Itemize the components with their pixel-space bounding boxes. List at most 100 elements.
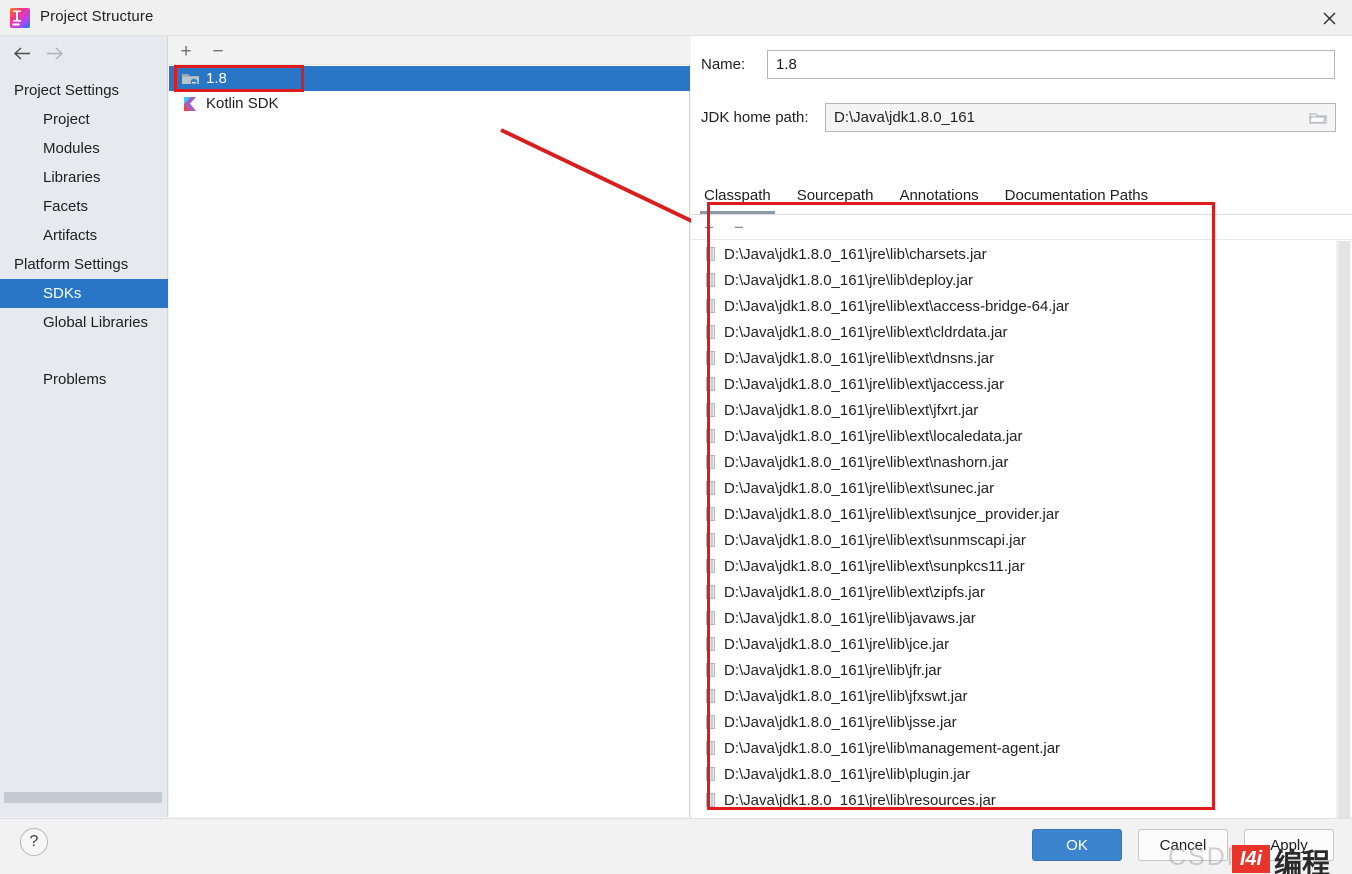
name-label: Name: (701, 56, 746, 73)
remove-sdk-button[interactable]: − (207, 40, 229, 62)
sdk-tree-toolbar: + − (169, 36, 690, 65)
jar-file-icon (706, 533, 715, 547)
classpath-list-item-label: D:\Java\jdk1.8.0_161\jre\lib\ext\sunpkcs… (724, 557, 1025, 575)
sidebar-group-label: Project Settings (14, 82, 120, 99)
classpath-vertical-scrollbar[interactable] (1336, 241, 1351, 847)
classpath-list-item[interactable]: D:\Java\jdk1.8.0_161\jre\lib\ext\access-… (691, 293, 1335, 319)
add-classpath-entry-button[interactable]: + (699, 217, 719, 237)
sidebar-item-label: Libraries (43, 169, 101, 186)
classpath-list-item[interactable]: D:\Java\jdk1.8.0_161\jre\lib\jfr.jar (691, 657, 1335, 683)
classpath-list-item-label: D:\Java\jdk1.8.0_161\jre\lib\jce.jar (724, 635, 950, 653)
classpath-list[interactable]: D:\Java\jdk1.8.0_161\jre\lib\charsets.ja… (691, 241, 1335, 847)
classpath-list-item-label: D:\Java\jdk1.8.0_161\jre\lib\ext\nashorn… (724, 453, 1009, 471)
jdk-home-path-label: JDK home path: (701, 109, 809, 126)
sidebar-item-facets[interactable]: Facets (0, 192, 168, 221)
ok-button[interactable]: OK (1032, 829, 1122, 861)
nav-back-button[interactable] (11, 44, 33, 66)
cancel-button[interactable]: Cancel (1138, 829, 1228, 861)
sidebar-item-label: Artifacts (43, 227, 98, 244)
folder-browse-icon[interactable] (1309, 110, 1327, 126)
jar-file-icon (706, 689, 715, 703)
classpath-list-item[interactable]: D:\Java\jdk1.8.0_161\jre\lib\resources.j… (691, 787, 1335, 813)
settings-nav-list: Project Settings Project Modules Librari… (0, 76, 168, 394)
sidebar-item-modules[interactable]: Modules (0, 134, 168, 163)
sdk-tree-panel: + − 1.8 Kotlin SDK (169, 36, 861, 817)
tab-classpath[interactable]: Classpath (691, 181, 784, 214)
classpath-list-item-label: D:\Java\jdk1.8.0_161\jre\lib\management-… (724, 739, 1061, 757)
classpath-list-item[interactable]: D:\Java\jdk1.8.0_161\jre\lib\ext\sunjce_… (691, 501, 1335, 527)
close-button[interactable] (1306, 0, 1352, 36)
sidebar-group-platform-settings: Platform Settings (0, 250, 168, 279)
add-sdk-button[interactable]: + (175, 40, 197, 62)
classpath-list-item[interactable]: D:\Java\jdk1.8.0_161\jre\lib\ext\nashorn… (691, 449, 1335, 475)
classpath-list-item[interactable]: D:\Java\jdk1.8.0_161\jre\lib\javaws.jar (691, 605, 1335, 631)
classpath-list-item[interactable]: D:\Java\jdk1.8.0_161\jre\lib\deploy.jar (691, 267, 1335, 293)
sidebar-scrollbar-thumb[interactable] (4, 792, 162, 803)
classpath-scrollbar-thumb[interactable] (1338, 241, 1350, 833)
sidebar-item-label: SDKs (43, 285, 82, 302)
classpath-list-item[interactable]: D:\Java\jdk1.8.0_161\jre\lib\ext\jaccess… (691, 371, 1335, 397)
classpath-list-item-label: D:\Java\jdk1.8.0_161\jre\lib\ext\sunmsca… (724, 531, 1026, 549)
classpath-list-item[interactable]: D:\Java\jdk1.8.0_161\jre\lib\jsse.jar (691, 709, 1335, 735)
name-input[interactable]: 1.8 (767, 50, 1335, 79)
classpath-list-item[interactable]: D:\Java\jdk1.8.0_161\jre\lib\jfxswt.jar (691, 683, 1335, 709)
tab-label: Annotations (899, 187, 979, 204)
classpath-list-item-label: D:\Java\jdk1.8.0_161\jre\lib\deploy.jar (724, 271, 974, 289)
classpath-list-item[interactable]: D:\Java\jdk1.8.0_161\jre\lib\ext\jfxrt.j… (691, 397, 1335, 423)
classpath-list-item-label: D:\Java\jdk1.8.0_161\jre\lib\ext\localed… (724, 427, 1023, 445)
jar-file-icon (706, 403, 715, 417)
classpath-list-item-label: D:\Java\jdk1.8.0_161\jre\lib\javaws.jar (724, 609, 976, 627)
sidebar-group-project-settings: Project Settings (0, 76, 168, 105)
sidebar-item-problems[interactable]: Problems (0, 365, 168, 394)
classpath-list-item[interactable]: D:\Java\jdk1.8.0_161\jre\lib\ext\sunmsca… (691, 527, 1335, 553)
intellij-idea-logo-icon (10, 8, 30, 28)
jar-file-icon (706, 611, 715, 625)
sdk-tree-row-1-8[interactable]: 1.8 (169, 66, 690, 91)
tab-documentation-paths[interactable]: Documentation Paths (992, 181, 1161, 214)
sdk-tree-row-kotlin-sdk[interactable]: Kotlin SDK (169, 91, 690, 116)
classpath-list-item-label: D:\Java\jdk1.8.0_161\jre\lib\resources.j… (724, 791, 996, 809)
apply-button[interactable]: Apply (1244, 829, 1334, 861)
classpath-list-item[interactable]: D:\Java\jdk1.8.0_161\jre\lib\charsets.ja… (691, 241, 1335, 267)
classpath-list-item[interactable]: D:\Java\jdk1.8.0_161\jre\lib\ext\sunec.j… (691, 475, 1335, 501)
tab-label: Documentation Paths (1004, 187, 1149, 204)
jar-file-icon (706, 767, 715, 781)
remove-classpath-entry-button[interactable]: − (729, 217, 749, 237)
classpath-list-item[interactable]: D:\Java\jdk1.8.0_161\jre\lib\management-… (691, 735, 1335, 761)
window-title: Project Structure (40, 8, 154, 25)
tab-label: Sourcepath (796, 187, 874, 204)
nav-forward-button[interactable] (43, 44, 65, 66)
sidebar-item-artifacts[interactable]: Artifacts (0, 221, 168, 250)
jdk-home-path-value: D:\Java\jdk1.8.0_161 (834, 109, 975, 126)
jar-file-icon (706, 299, 715, 313)
detail-tabs: Classpath Sourcepath Annotations Documen… (691, 181, 1352, 215)
jar-file-icon (706, 429, 715, 443)
sidebar-item-sdks[interactable]: SDKs (0, 279, 168, 308)
tab-annotations[interactable]: Annotations (886, 181, 991, 214)
classpath-list-item[interactable]: D:\Java\jdk1.8.0_161\jre\lib\ext\sunpkcs… (691, 553, 1335, 579)
sidebar-item-label: Facets (43, 198, 89, 215)
classpath-list-item[interactable]: D:\Java\jdk1.8.0_161\jre\lib\ext\dnsns.j… (691, 345, 1335, 371)
help-button[interactable]: ? (20, 828, 48, 856)
tab-sourcepath[interactable]: Sourcepath (784, 181, 887, 214)
jdk-folder-icon (181, 71, 200, 87)
classpath-list-item[interactable]: D:\Java\jdk1.8.0_161\jre\lib\ext\cldrdat… (691, 319, 1335, 345)
sidebar-item-libraries[interactable]: Libraries (0, 163, 168, 192)
classpath-list-item[interactable]: D:\Java\jdk1.8.0_161\jre\lib\ext\localed… (691, 423, 1335, 449)
tab-label: Classpath (704, 187, 771, 204)
classpath-list-item[interactable]: D:\Java\jdk1.8.0_161\jre\lib\ext\zipfs.j… (691, 579, 1335, 605)
classpath-list-item-label: D:\Java\jdk1.8.0_161\jre\lib\plugin.jar (724, 765, 970, 783)
classpath-list-item-label: D:\Java\jdk1.8.0_161\jre\lib\jfxswt.jar (724, 687, 968, 705)
jdk-home-path-input[interactable]: D:\Java\jdk1.8.0_161 (825, 103, 1336, 132)
sidebar-item-global-libraries[interactable]: Global Libraries (0, 308, 168, 337)
plus-icon: + (180, 40, 192, 62)
classpath-list-item[interactable]: D:\Java\jdk1.8.0_161\jre\lib\plugin.jar (691, 761, 1335, 787)
jar-file-icon (706, 247, 715, 261)
jar-file-icon (706, 585, 715, 599)
classpath-list-item-label: D:\Java\jdk1.8.0_161\jre\lib\ext\jaccess… (724, 375, 1005, 393)
classpath-list-item[interactable]: D:\Java\jdk1.8.0_161\jre\lib\jce.jar (691, 631, 1335, 657)
sidebar-horizontal-scrollbar[interactable] (4, 792, 162, 803)
sidebar-item-project[interactable]: Project (0, 105, 168, 134)
project-structure-dialog: Project Structure Project Settings Proje… (0, 0, 1352, 874)
jar-file-icon (706, 715, 715, 729)
